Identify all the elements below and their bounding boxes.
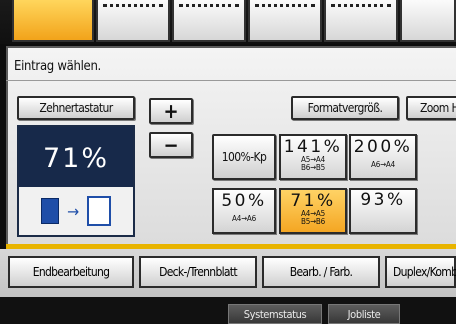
tab-finishing-label: Endbearbeitung [32, 265, 110, 279]
tab-duplex-combine[interactable]: Duplex/Kombi [385, 256, 456, 288]
instruction-text: Eintrag wählen. [14, 59, 101, 74]
tab-edit-color[interactable]: Bearb. / Farb. [262, 256, 380, 288]
preset-93-percent: 93% [360, 190, 406, 210]
zoom-label: Zoom H [420, 101, 456, 115]
plus-icon: + [163, 99, 179, 123]
tab-6[interactable] [400, 0, 456, 42]
tab-active[interactable] [12, 0, 94, 42]
preset-141-size-2: B6→B5 [300, 163, 326, 172]
preset-100-label: 100%-Kp [221, 150, 267, 164]
job-list-label: Jobliste [347, 307, 381, 321]
copy-sheet-icon [87, 196, 112, 226]
tab-edit-color-label: Bearb. / Farb. [289, 265, 353, 279]
increase-button[interactable]: + [149, 98, 193, 124]
preset-71-size-2: B5→B6 [300, 217, 326, 226]
preset-100-button[interactable]: 100%-Kp [212, 134, 276, 180]
system-status-label: Systemstatus [243, 307, 307, 321]
current-ratio-display: 71% → [17, 125, 135, 237]
arrow-right-icon: → [66, 201, 80, 221]
system-status-button[interactable]: Systemstatus [228, 304, 322, 324]
decrease-button[interactable]: − [149, 132, 193, 158]
ratio-icon-area: → [19, 187, 133, 235]
tab-4[interactable] [248, 0, 322, 42]
preset-71-percent: 71% [290, 191, 336, 211]
keypad-button[interactable]: Zehnertastatur [17, 96, 135, 120]
tab-duplex-combine-label: Duplex/Kombi [393, 265, 456, 279]
preset-71-button[interactable]: 71% A4→A5 B5→B6 [279, 188, 347, 234]
format-enlarge-label: Formatvergröß. [307, 101, 383, 115]
format-enlarge-button[interactable]: Formatvergröß. [291, 96, 399, 120]
tab-finishing[interactable]: Endbearbeitung [8, 256, 134, 288]
preset-50-button[interactable]: 50% A4→A6 [212, 188, 276, 234]
minus-icon: − [163, 133, 179, 157]
preset-200-button[interactable]: 200% A6→A4 [349, 134, 417, 180]
original-sheet-icon [40, 198, 59, 224]
preset-141-button[interactable]: 141% A5→A4 B6→B5 [279, 134, 347, 180]
preset-93-button[interactable]: 93% [349, 188, 417, 234]
tab-cover-slip-sheet[interactable]: Deck-/Trennblatt [139, 256, 257, 288]
preset-50-size-1: A4→A6 [231, 214, 257, 223]
divider [6, 80, 456, 81]
preset-50-percent: 50% [221, 191, 267, 211]
tab-5[interactable] [324, 0, 398, 42]
preset-200-size-1: A6→A4 [370, 160, 396, 169]
current-ratio-value: 71% [42, 143, 109, 174]
tab-3[interactable] [172, 0, 246, 42]
preset-200-percent: 200% [353, 137, 413, 157]
keypad-button-label: Zehnertastatur [39, 101, 113, 115]
zoom-button[interactable]: Zoom H [406, 96, 456, 120]
preset-141-percent: 141% [283, 137, 343, 157]
job-list-button[interactable]: Jobliste [328, 304, 400, 324]
tab-2[interactable] [96, 0, 170, 42]
tab-cover-slip-sheet-label: Deck-/Trennblatt [159, 265, 237, 279]
